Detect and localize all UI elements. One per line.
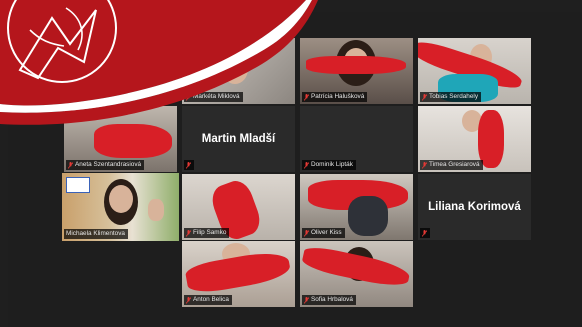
mic-muted-icon xyxy=(304,161,309,169)
video-tile[interactable]: Liliana Korimová xyxy=(418,174,531,240)
mic-muted-icon xyxy=(422,93,427,101)
video-tile[interactable]: Anton Belica xyxy=(182,241,295,307)
video-tile-active-speaker[interactable]: Michaela Klimentova xyxy=(62,173,179,241)
thumbs-up-hand xyxy=(148,199,164,221)
participant-name-label: Filip Samko xyxy=(184,228,230,238)
video-tile[interactable]: Timea Gresiarová xyxy=(418,106,531,172)
mic-muted-icon xyxy=(186,161,191,169)
video-tile[interactable]: Filip Samko xyxy=(182,174,295,240)
mic-muted-icon xyxy=(304,229,309,237)
school-logo-icon xyxy=(0,0,320,140)
meeting-window: Markéta Miklová Patrícia Halušková Tobia… xyxy=(0,0,582,327)
participant-name-label: Anton Belica xyxy=(184,295,232,305)
participant-name-label: Dominik Lipták xyxy=(302,160,356,170)
flag-icon xyxy=(66,177,90,193)
participant-name-label: Sofia Hrbalová xyxy=(302,295,356,305)
participant-name-label: Oliver Kiss xyxy=(302,228,345,238)
participant-name-label: Timea Gresiarová xyxy=(420,160,483,170)
participant-name-label: Michaela Klimentova xyxy=(64,229,128,239)
participant-name-label xyxy=(420,228,430,238)
participant-display-name: Liliana Korimová xyxy=(428,201,521,213)
mic-muted-icon xyxy=(304,296,309,304)
mic-muted-icon xyxy=(422,229,427,237)
mic-muted-icon xyxy=(186,296,191,304)
video-tile[interactable]: Tobias Serdahely xyxy=(418,38,531,104)
video-tile[interactable]: Sofia Hrbalová xyxy=(300,241,413,307)
participant-name-label xyxy=(184,160,194,170)
mic-muted-icon xyxy=(68,161,73,169)
participant-name-label: Tobias Serdahely xyxy=(420,92,482,102)
video-tile[interactable]: Oliver Kiss xyxy=(300,174,413,240)
mic-muted-icon xyxy=(422,161,427,169)
participant-name-label: Aneta Szentandrasiová xyxy=(66,160,145,170)
mic-muted-icon xyxy=(186,229,191,237)
